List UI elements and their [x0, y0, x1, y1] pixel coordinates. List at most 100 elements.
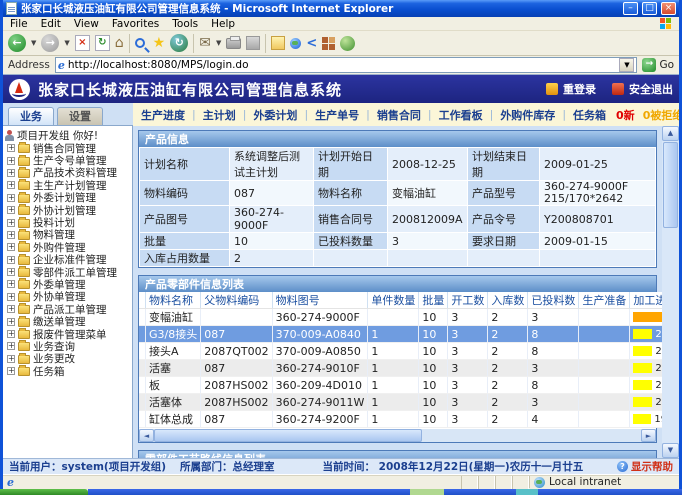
- table-row[interactable]: 活塞087360-274-9010F110323 20 %: [139, 360, 662, 377]
- go-button[interactable]: → Go: [642, 58, 674, 72]
- taskbar-item[interactable]: [516, 489, 538, 495]
- table-row[interactable]: 活塞体2087HS002360-274-9011W110323 20 %: [139, 394, 662, 411]
- column-header[interactable]: 父物料编码: [201, 292, 272, 309]
- sidebar-item-order-no[interactable]: +生产令号单管理: [5, 154, 132, 166]
- column-header[interactable]: 开工数: [448, 292, 488, 309]
- favorites-button[interactable]: ★: [153, 34, 166, 52]
- expand-icon[interactable]: +: [7, 367, 15, 375]
- table-row[interactable]: 缸体总成087360-274-9200F110324 19 %: [139, 411, 662, 428]
- column-header[interactable]: 生产准备: [579, 292, 630, 309]
- column-header[interactable]: 入库数: [488, 292, 528, 309]
- expand-icon[interactable]: +: [7, 144, 15, 152]
- sidebar-item-tech-data[interactable]: +产品技术资料管理: [5, 167, 132, 179]
- tab-business[interactable]: 业务: [8, 107, 54, 125]
- note-button[interactable]: [271, 36, 285, 50]
- start-button[interactable]: [0, 489, 88, 495]
- nav-link-outsource-plan[interactable]: 外委计划: [253, 107, 297, 123]
- back-button[interactable]: ←: [8, 34, 26, 52]
- back-dropdown-icon[interactable]: ▼: [31, 39, 36, 47]
- column-header[interactable]: 加工进度: [630, 292, 662, 309]
- menu-item-file[interactable]: File: [10, 18, 28, 30]
- close-button[interactable]: ×: [661, 2, 676, 15]
- scroll-up-button[interactable]: ▲: [662, 126, 679, 141]
- logout-button[interactable]: 安全退出: [612, 81, 673, 97]
- maximize-button[interactable]: □: [642, 2, 657, 15]
- taskbar-tasks[interactable]: [88, 489, 682, 495]
- nav-link-sales-contract[interactable]: 销售合同: [377, 107, 421, 123]
- scroll-thumb[interactable]: [663, 142, 678, 228]
- sidebar-item-outsource-order[interactable]: +外委单管理: [5, 278, 132, 290]
- expand-icon[interactable]: +: [7, 243, 15, 251]
- sidebar-item-standard-parts[interactable]: +企业标准件管理: [5, 254, 132, 266]
- forward-button[interactable]: →: [41, 34, 59, 52]
- nav-link-production-progress[interactable]: 生产进度: [141, 107, 185, 123]
- sidebar-item-sales-contract[interactable]: +销售合同管理: [5, 142, 132, 154]
- column-header[interactable]: 已投料数: [528, 292, 579, 309]
- edit-button[interactable]: [246, 36, 260, 50]
- expand-icon[interactable]: +: [7, 268, 15, 276]
- scroll-right-button[interactable]: ►: [641, 429, 656, 442]
- expand-icon[interactable]: +: [7, 157, 15, 165]
- table-row[interactable]: 接头A2087QT002370-009-A0850110328 20 %: [139, 343, 662, 360]
- sidebar-item-scrap-menu[interactable]: +报废件管理菜单: [5, 328, 132, 340]
- sidebar-item-feeding-plan[interactable]: +投料计划: [5, 216, 132, 228]
- column-header[interactable]: 物料图号: [272, 292, 368, 309]
- sidebar-item-coop-plan[interactable]: +外协计划管理: [5, 204, 132, 216]
- table-row[interactable]: 变幅油缸360-274-9000F10323 29 %: [139, 309, 662, 326]
- expand-icon[interactable]: +: [7, 219, 15, 227]
- menu-item-view[interactable]: View: [74, 18, 99, 30]
- expand-icon[interactable]: +: [7, 231, 15, 239]
- expand-icon[interactable]: +: [7, 206, 15, 214]
- forward-dropdown-icon[interactable]: ▼: [64, 39, 69, 47]
- sidebar-item-purchased-mgmt[interactable]: +外购件管理: [5, 241, 132, 253]
- expand-icon[interactable]: +: [7, 293, 15, 301]
- expand-icon[interactable]: +: [7, 355, 15, 363]
- expand-icon[interactable]: +: [7, 305, 15, 313]
- nav-link-work-board[interactable]: 工作看板: [439, 107, 483, 123]
- scroll-left-button[interactable]: ◄: [139, 429, 154, 442]
- expand-icon[interactable]: +: [7, 194, 15, 202]
- expand-icon[interactable]: +: [7, 280, 15, 288]
- menu-item-help[interactable]: Help: [211, 18, 235, 30]
- browser-icon-button[interactable]: [290, 38, 301, 49]
- mail-dropdown-icon[interactable]: ▼: [216, 39, 221, 47]
- sidebar-item-part-dispatch[interactable]: +零部件派工单管理: [5, 266, 132, 278]
- minimize-button[interactable]: –: [623, 2, 638, 15]
- expand-icon[interactable]: +: [7, 169, 15, 177]
- badge-new[interactable]: 0新: [616, 107, 635, 123]
- page-vertical-scrollbar[interactable]: ▲ ▼: [662, 126, 679, 458]
- taskbar-item[interactable]: [410, 489, 444, 495]
- home-button[interactable]: ⌂: [115, 34, 124, 52]
- menu-item-edit[interactable]: Edit: [41, 18, 61, 30]
- mail-button[interactable]: ✉: [199, 34, 211, 52]
- help-link[interactable]: ? 显示帮助: [617, 459, 673, 474]
- refresh-button[interactable]: ↻: [95, 35, 110, 51]
- badge-rejected[interactable]: 0被拒绝: [643, 107, 679, 123]
- horizontal-scrollbar[interactable]: ◄ ►: [139, 428, 656, 442]
- nav-link-task-box[interactable]: 任务箱: [573, 107, 606, 123]
- search-button[interactable]: [135, 38, 145, 48]
- print-button[interactable]: [226, 38, 241, 49]
- relogin-button[interactable]: 重登录: [546, 81, 596, 97]
- nav-link-master-plan[interactable]: 主计划: [203, 107, 236, 123]
- column-header[interactable]: 物料名称: [146, 292, 201, 309]
- address-dropdown[interactable]: ▼: [619, 58, 634, 72]
- column-header[interactable]: 单件数量: [368, 292, 419, 309]
- sidebar-item-task-box[interactable]: +任务箱: [5, 365, 132, 377]
- table-row[interactable]: 板2087HS002360-209-4D010110328 20 %: [139, 377, 662, 394]
- expand-icon[interactable]: +: [7, 181, 15, 189]
- nav-link-purchased-stock[interactable]: 外购件库存: [500, 107, 555, 123]
- menu-item-favorites[interactable]: Favorites: [112, 18, 159, 30]
- history-button[interactable]: ↻: [170, 34, 188, 52]
- sidebar-item-master-plan[interactable]: +主生产计划管理: [5, 179, 132, 191]
- title-bar[interactable]: 张家口长城液压油缸有限公司管理信息系统 - Microsoft Internet…: [3, 0, 679, 17]
- sidebar-item-business-query[interactable]: +业务查询: [5, 340, 132, 352]
- expand-icon[interactable]: +: [7, 330, 15, 338]
- expand-icon[interactable]: +: [7, 318, 15, 326]
- tab-settings[interactable]: 设置: [57, 107, 103, 125]
- messenger-button[interactable]: [340, 36, 355, 51]
- nav-link-production-order[interactable]: 生产单号: [315, 107, 359, 123]
- sidebar-item-product-dispatch[interactable]: +产品派工单管理: [5, 303, 132, 315]
- sidebar-item-material-mgmt[interactable]: +物料管理: [5, 229, 132, 241]
- scroll-thumb[interactable]: [154, 429, 422, 442]
